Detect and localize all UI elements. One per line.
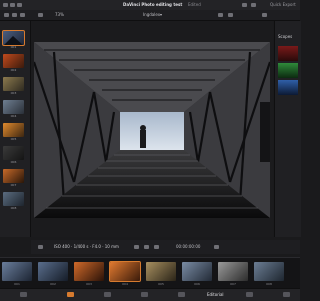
previous-icon[interactable] (134, 245, 139, 249)
bin-item-label: 001 (10, 46, 17, 49)
scope-red (278, 46, 298, 61)
bin-thumbnail[interactable] (3, 169, 24, 183)
media-page-icon[interactable] (20, 292, 27, 297)
clip-thumbnail (254, 262, 284, 281)
bin-thumbnail[interactable] (2, 30, 25, 46)
timeline-strip: 001 002 003 004 005 006 007 008 (0, 257, 300, 288)
chevron-down-icon[interactable]: ▾ (160, 12, 162, 17)
viewer-mode-icon[interactable] (38, 13, 43, 17)
zoom-level[interactable]: 73% (55, 12, 64, 17)
window-title: DaVinci Photo editing test (123, 2, 183, 7)
bin-thumbnail[interactable] (3, 192, 24, 206)
next-icon[interactable] (154, 245, 159, 249)
clip-thumbnail (38, 262, 68, 281)
clip-thumbnail (182, 262, 212, 281)
scope-blue (278, 80, 298, 95)
edit-page-icon[interactable] (104, 292, 111, 297)
bin-item-label: 003 (10, 92, 17, 95)
bin-thumbnail[interactable] (3, 77, 24, 91)
media-bin: 001 002 003 004 005 006 007 008 (0, 21, 31, 237)
bin-thumbnail[interactable] (3, 146, 24, 160)
edit-icon[interactable] (17, 3, 22, 7)
page-label: Editorial (207, 292, 224, 297)
viewer-image[interactable] (34, 42, 270, 218)
lightbox-icon[interactable] (251, 3, 256, 7)
sort-icon[interactable] (20, 13, 25, 17)
clip-thumbnail (110, 262, 140, 281)
settings-icon[interactable] (214, 245, 219, 249)
timeline-clip[interactable] (182, 262, 212, 281)
fairlight-page-icon[interactable] (246, 292, 253, 297)
transport-bar: ISO 400 · 1/400 s · F4.0 · 10 mm 00:00:0… (31, 240, 300, 254)
timeline-clip[interactable] (2, 262, 32, 281)
fusion-page-icon[interactable] (141, 292, 148, 297)
bin-item-label: 002 (10, 69, 17, 72)
clip-number: 007 (230, 282, 236, 286)
clip-number: 001 (14, 282, 20, 286)
bin-item-label: 006 (10, 161, 17, 164)
media-pool-icon[interactable] (3, 3, 8, 7)
wipe-icon[interactable] (228, 13, 233, 17)
bin-item-label: 007 (10, 184, 17, 187)
image-metadata: ISO 400 · 1/400 s · F4.0 · 10 mm (54, 244, 119, 249)
timeline-clip[interactable] (254, 262, 284, 281)
color-page-icon[interactable] (178, 292, 185, 297)
clip-thumbnail (218, 262, 248, 281)
timeline-clip[interactable] (146, 262, 176, 281)
scopes-title: Scopes (278, 34, 293, 39)
viewer-toolbar: 73% Ingdalex ▾ (0, 10, 300, 21)
bin-item-label: 008 (10, 207, 17, 210)
clip-thumbnail (74, 262, 104, 281)
timeline-clip[interactable] (218, 262, 248, 281)
clip-number: 003 (86, 282, 92, 286)
loop-icon[interactable] (38, 245, 43, 249)
grid-view-icon[interactable] (4, 13, 9, 17)
clip-number: 002 (50, 282, 56, 286)
timeline-clip[interactable] (109, 261, 141, 282)
clip-number: 006 (194, 282, 200, 286)
timeline-clip[interactable] (38, 262, 68, 281)
list-view-icon[interactable] (12, 13, 17, 17)
clip-number: 008 (266, 282, 272, 286)
timeline-clip[interactable] (74, 262, 104, 281)
window-title-status: Edited (188, 2, 201, 7)
thumbnail-image (4, 36, 23, 45)
clip-number: 005 (158, 282, 164, 286)
clip-thumbnail (2, 262, 32, 281)
quick-export-button[interactable]: Quick Export (270, 2, 296, 7)
clip-thumbnail (146, 262, 176, 281)
play-icon[interactable] (144, 245, 149, 249)
cut-icon[interactable] (10, 3, 15, 7)
fullscreen-icon[interactable] (218, 13, 223, 17)
bridge-photo (34, 42, 270, 218)
cut-page-icon[interactable] (67, 292, 74, 297)
deliver-page-icon[interactable] (283, 292, 290, 297)
page-bar: Editorial (0, 288, 300, 301)
inspector-icon[interactable] (242, 3, 247, 7)
clip-number: 004 (122, 282, 128, 286)
more-options-icon[interactable] (262, 13, 267, 17)
bin-thumbnail[interactable] (3, 100, 24, 114)
bin-item-label: 004 (10, 115, 17, 118)
bin-item-label: 005 (10, 138, 17, 141)
bin-thumbnail[interactable] (3, 54, 24, 68)
scope-green (278, 63, 298, 78)
bin-thumbnail[interactable] (3, 123, 24, 137)
timecode: 00:00:00:00 (176, 244, 201, 249)
colorspace-dropdown[interactable]: Ingdalex (143, 12, 160, 17)
scopes-panel: Scopes (274, 21, 301, 237)
